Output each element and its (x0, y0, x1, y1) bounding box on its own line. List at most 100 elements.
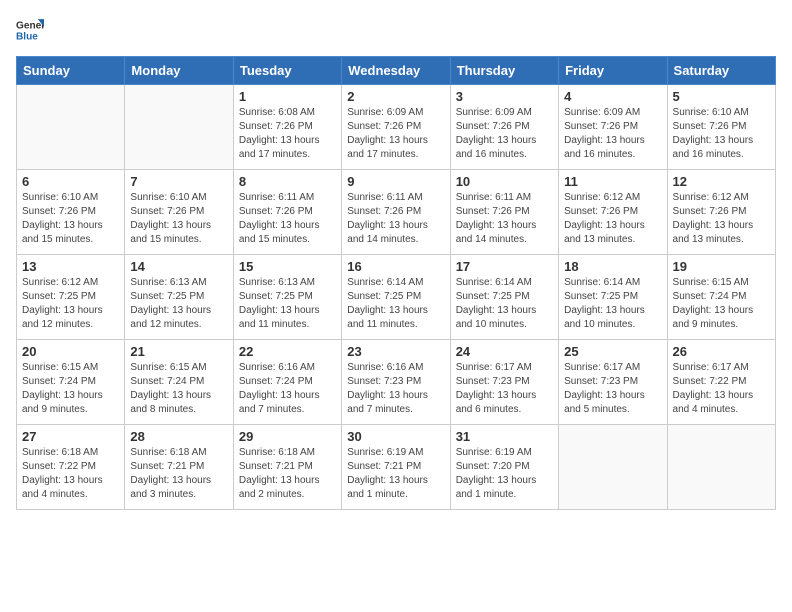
day-info: Sunrise: 6:17 AM Sunset: 7:23 PM Dayligh… (456, 361, 553, 417)
day-number: 6 (22, 174, 119, 189)
day-of-week-header: Wednesday (342, 57, 450, 85)
day-number: 2 (347, 89, 444, 104)
logo: General Blue (16, 16, 44, 44)
day-info: Sunrise: 6:15 AM Sunset: 7:24 PM Dayligh… (22, 361, 119, 417)
day-number: 17 (456, 259, 553, 274)
day-number: 7 (130, 174, 227, 189)
day-number: 28 (130, 429, 227, 444)
calendar-cell: 17 Sunrise: 6:14 AM Sunset: 7:25 PM Dayli… (450, 255, 558, 340)
day-info: Sunrise: 6:09 AM Sunset: 7:26 PM Dayligh… (456, 106, 553, 162)
day-of-week-header: Sunday (17, 57, 125, 85)
calendar-cell: 2Sunrise: 6:09 AM Sunset: 7:26 PM Daylig… (342, 85, 450, 170)
day-info: Sunrise: 6:19 AM Sunset: 7:20 PM Dayligh… (456, 446, 553, 502)
day-info: Sunrise: 6:18 AM Sunset: 7:21 PM Dayligh… (239, 446, 336, 502)
calendar-cell: 19 Sunrise: 6:15 AM Sunset: 7:24 PM Dayli… (667, 255, 775, 340)
calendar-cell: 11 Sunrise: 6:12 AM Sunset: 7:26 PM Dayli… (559, 170, 667, 255)
day-number: 23 (347, 344, 444, 359)
calendar-week-row: 6 Sunrise: 6:10 AM Sunset: 7:26 PM Daylig… (17, 170, 776, 255)
calendar-cell: 29 Sunrise: 6:18 AM Sunset: 7:21 PM Dayli… (233, 425, 341, 510)
calendar-week-row: 1 Sunrise: 6:08 AM Sunset: 7:26 PM Daylig… (17, 85, 776, 170)
calendar-week-row: 13Sunrise: 6:12 AM Sunset: 7:25 PM Dayli… (17, 255, 776, 340)
calendar-cell: 12 Sunrise: 6:12 AM Sunset: 7:26 PM Dayli… (667, 170, 775, 255)
day-info: Sunrise: 6:13 AM Sunset: 7:25 PM Dayligh… (130, 276, 227, 332)
day-number: 12 (673, 174, 770, 189)
day-info: Sunrise: 6:19 AM Sunset: 7:21 PM Dayligh… (347, 446, 444, 502)
calendar-cell: 24 Sunrise: 6:17 AM Sunset: 7:23 PM Dayli… (450, 340, 558, 425)
day-info: Sunrise: 6:12 AM Sunset: 7:26 PM Dayligh… (564, 191, 661, 247)
day-of-week-header: Thursday (450, 57, 558, 85)
day-info: Sunrise: 6:15 AM Sunset: 7:24 PM Dayligh… (130, 361, 227, 417)
day-of-week-header: Saturday (667, 57, 775, 85)
calendar-cell: 4 Sunrise: 6:09 AM Sunset: 7:26 PM Daylig… (559, 85, 667, 170)
day-number: 20 (22, 344, 119, 359)
day-info: Sunrise: 6:10 AM Sunset: 7:26 PM Dayligh… (130, 191, 227, 247)
calendar-week-row: 27Sunrise: 6:18 AM Sunset: 7:22 PM Dayli… (17, 425, 776, 510)
day-info: Sunrise: 6:18 AM Sunset: 7:21 PM Dayligh… (130, 446, 227, 502)
day-number: 16 (347, 259, 444, 274)
day-info: Sunrise: 6:16 AM Sunset: 7:24 PM Dayligh… (239, 361, 336, 417)
day-number: 22 (239, 344, 336, 359)
day-number: 4 (564, 89, 661, 104)
calendar-cell: 27Sunrise: 6:18 AM Sunset: 7:22 PM Dayli… (17, 425, 125, 510)
day-number: 13 (22, 259, 119, 274)
day-info: Sunrise: 6:17 AM Sunset: 7:23 PM Dayligh… (564, 361, 661, 417)
day-number: 1 (239, 89, 336, 104)
day-number: 19 (673, 259, 770, 274)
calendar-cell: 3Sunrise: 6:09 AM Sunset: 7:26 PM Daylig… (450, 85, 558, 170)
page-header: General Blue (16, 16, 776, 44)
day-info: Sunrise: 6:15 AM Sunset: 7:24 PM Dayligh… (673, 276, 770, 332)
calendar-cell: 8Sunrise: 6:11 AM Sunset: 7:26 PM Daylig… (233, 170, 341, 255)
day-number: 24 (456, 344, 553, 359)
day-number: 5 (673, 89, 770, 104)
day-info: Sunrise: 6:12 AM Sunset: 7:26 PM Dayligh… (673, 191, 770, 247)
day-number: 11 (564, 174, 661, 189)
calendar-cell (559, 425, 667, 510)
calendar-cell: 22 Sunrise: 6:16 AM Sunset: 7:24 PM Dayli… (233, 340, 341, 425)
calendar-table: SundayMondayTuesdayWednesdayThursdayFrid… (16, 56, 776, 510)
calendar-cell: 30Sunrise: 6:19 AM Sunset: 7:21 PM Dayli… (342, 425, 450, 510)
calendar-header-row: SundayMondayTuesdayWednesdayThursdayFrid… (17, 57, 776, 85)
calendar-cell: 20 Sunrise: 6:15 AM Sunset: 7:24 PM Dayli… (17, 340, 125, 425)
calendar-cell: 26Sunrise: 6:17 AM Sunset: 7:22 PM Dayli… (667, 340, 775, 425)
day-of-week-header: Monday (125, 57, 233, 85)
day-info: Sunrise: 6:17 AM Sunset: 7:22 PM Dayligh… (673, 361, 770, 417)
svg-text:Blue: Blue (16, 31, 38, 42)
calendar-cell: 16 Sunrise: 6:14 AM Sunset: 7:25 PM Dayli… (342, 255, 450, 340)
calendar-cell (125, 85, 233, 170)
day-info: Sunrise: 6:11 AM Sunset: 7:26 PM Dayligh… (239, 191, 336, 247)
day-number: 14 (130, 259, 227, 274)
calendar-cell: 9Sunrise: 6:11 AM Sunset: 7:26 PM Daylig… (342, 170, 450, 255)
day-info: Sunrise: 6:10 AM Sunset: 7:26 PM Dayligh… (673, 106, 770, 162)
svg-text:General: General (16, 20, 44, 31)
calendar-cell: 25 Sunrise: 6:17 AM Sunset: 7:23 PM Dayli… (559, 340, 667, 425)
calendar-cell (667, 425, 775, 510)
calendar-cell: 31 Sunrise: 6:19 AM Sunset: 7:20 PM Dayli… (450, 425, 558, 510)
calendar-cell: 23 Sunrise: 6:16 AM Sunset: 7:23 PM Dayli… (342, 340, 450, 425)
day-info: Sunrise: 6:08 AM Sunset: 7:26 PM Dayligh… (239, 106, 336, 162)
day-info: Sunrise: 6:11 AM Sunset: 7:26 PM Dayligh… (347, 191, 444, 247)
day-of-week-header: Friday (559, 57, 667, 85)
calendar-cell: 13Sunrise: 6:12 AM Sunset: 7:25 PM Dayli… (17, 255, 125, 340)
day-number: 10 (456, 174, 553, 189)
calendar-body: 1 Sunrise: 6:08 AM Sunset: 7:26 PM Daylig… (17, 85, 776, 510)
day-number: 21 (130, 344, 227, 359)
calendar-cell: 28 Sunrise: 6:18 AM Sunset: 7:21 PM Dayli… (125, 425, 233, 510)
day-info: Sunrise: 6:11 AM Sunset: 7:26 PM Dayligh… (456, 191, 553, 247)
day-info: Sunrise: 6:10 AM Sunset: 7:26 PM Dayligh… (22, 191, 119, 247)
day-info: Sunrise: 6:16 AM Sunset: 7:23 PM Dayligh… (347, 361, 444, 417)
day-number: 31 (456, 429, 553, 444)
day-number: 18 (564, 259, 661, 274)
calendar-cell (17, 85, 125, 170)
day-number: 27 (22, 429, 119, 444)
day-number: 15 (239, 259, 336, 274)
day-number: 25 (564, 344, 661, 359)
calendar-cell: 1 Sunrise: 6:08 AM Sunset: 7:26 PM Daylig… (233, 85, 341, 170)
day-number: 29 (239, 429, 336, 444)
day-info: Sunrise: 6:14 AM Sunset: 7:25 PM Dayligh… (347, 276, 444, 332)
calendar-cell: 21 Sunrise: 6:15 AM Sunset: 7:24 PM Dayli… (125, 340, 233, 425)
calendar-cell: 15Sunrise: 6:13 AM Sunset: 7:25 PM Dayli… (233, 255, 341, 340)
day-info: Sunrise: 6:14 AM Sunset: 7:25 PM Dayligh… (456, 276, 553, 332)
day-of-week-header: Tuesday (233, 57, 341, 85)
day-info: Sunrise: 6:09 AM Sunset: 7:26 PM Dayligh… (564, 106, 661, 162)
calendar-cell: 10 Sunrise: 6:11 AM Sunset: 7:26 PM Dayli… (450, 170, 558, 255)
